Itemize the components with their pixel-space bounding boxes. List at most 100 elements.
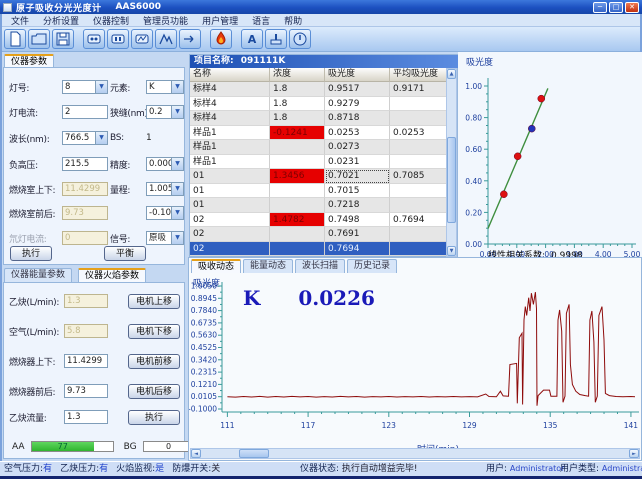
menu-item[interactable]: 仪器控制 <box>86 14 136 27</box>
cell-name[interactable]: 标样4 <box>190 82 270 97</box>
cell-concentration[interactable] <box>270 140 325 155</box>
cell-name[interactable]: 01 <box>190 184 270 199</box>
flame-value-input[interactable]: 1.3 <box>64 410 108 424</box>
toolbar-button-lamp-current[interactable] <box>107 29 129 49</box>
cell-name[interactable]: 标样4 <box>190 111 270 126</box>
scroll-right-icon[interactable]: ► <box>629 449 639 458</box>
cell-absorbance[interactable]: 0.7218 <box>325 198 390 213</box>
menu-item[interactable]: 管理员功能 <box>136 14 195 27</box>
cell-average[interactable] <box>390 155 448 170</box>
toolbar-button-power[interactable] <box>289 29 311 49</box>
menu-item[interactable]: 用户管理 <box>195 14 245 27</box>
toolbar-button-lamp-energy[interactable] <box>131 29 153 49</box>
cell-average[interactable]: 0.7694 <box>390 213 448 228</box>
cell-average[interactable]: 0.7085 <box>390 169 448 184</box>
cell-name[interactable]: 02 <box>190 213 270 228</box>
balance-button[interactable]: 平衡 <box>104 246 146 261</box>
flame-action-button[interactable]: 电机下移 <box>128 324 180 339</box>
cell-absorbance[interactable]: 0.9517 <box>325 82 390 97</box>
cell-average[interactable] <box>390 111 448 126</box>
chevron-down-icon[interactable]: ▼ <box>171 158 183 170</box>
toolbar-button-new-document[interactable] <box>4 29 26 49</box>
tab-dynamics-2[interactable]: 波长扫描 <box>295 259 345 273</box>
cell-concentration[interactable] <box>270 198 325 213</box>
close-button[interactable]: ✕ <box>625 2 639 13</box>
table-row[interactable]: 样品1 0.0273 <box>190 140 448 155</box>
tab-energy-params[interactable]: 仪器能量参数 <box>4 268 72 282</box>
toolbar-button-auto-gain[interactable]: A <box>241 29 263 49</box>
chevron-down-icon[interactable]: ▼ <box>95 81 107 93</box>
toolbar-button-beam-switch[interactable] <box>179 29 201 49</box>
scroll-left-icon[interactable]: ◄ <box>191 449 201 458</box>
cell-average[interactable] <box>390 140 448 155</box>
cell-concentration[interactable] <box>270 184 325 199</box>
param-field[interactable]: 2 <box>62 105 108 119</box>
param-field-2[interactable]: -0.1000▼ <box>146 206 184 220</box>
scroll-up-icon[interactable]: ▲ <box>447 69 456 79</box>
tab-dynamics-3[interactable]: 历史记录 <box>347 259 397 273</box>
results-vscrollbar[interactable]: ▲ ▼ <box>446 68 457 257</box>
scroll-down-icon[interactable]: ▼ <box>447 246 456 256</box>
cell-absorbance[interactable]: 0.8718 <box>325 111 390 126</box>
cell-absorbance[interactable]: 0.7015 <box>325 184 390 199</box>
param-field-2[interactable]: K▼ <box>146 80 184 94</box>
chevron-down-icon[interactable]: ▼ <box>171 81 183 93</box>
tab-instrument-params[interactable]: 仪器参数 <box>4 54 54 68</box>
cell-concentration[interactable]: -0.1241 <box>270 126 325 141</box>
minimize-button[interactable]: ─ <box>593 2 607 13</box>
toolbar-button-ignite-flame[interactable] <box>210 29 232 49</box>
cell-concentration[interactable]: 1.8 <box>270 97 325 112</box>
param-field-2[interactable]: 1.0050▼ <box>146 182 184 196</box>
table-row[interactable]: 010.7218 <box>190 198 448 213</box>
toolbar-button-save[interactable] <box>52 29 74 49</box>
cell-average[interactable] <box>390 97 448 112</box>
table-row[interactable]: 011.34560.70210.7085 <box>190 169 448 184</box>
menu-item[interactable]: 帮助 <box>277 14 309 27</box>
table-row[interactable]: 01 0.7015 <box>190 184 448 199</box>
cell-name[interactable]: 样品1 <box>190 155 270 170</box>
toolbar-button-open-folder[interactable] <box>28 29 50 49</box>
param-field-2[interactable]: 0.2▼ <box>146 105 184 119</box>
cell-absorbance[interactable]: 0.0231 <box>325 155 390 170</box>
table-row[interactable]: 样品1-0.12410.02530.0253 <box>190 126 448 141</box>
execute-button[interactable]: 执行 <box>10 246 52 261</box>
chevron-down-icon[interactable]: ▼ <box>95 132 107 144</box>
param-field[interactable]: 8▼ <box>62 80 108 94</box>
maximize-button[interactable]: □ <box>609 2 623 13</box>
cell-concentration[interactable]: 1.8 <box>270 111 325 126</box>
cell-name[interactable]: 01 <box>190 169 270 184</box>
flame-value-input[interactable]: 9.73 <box>64 384 108 398</box>
cell-absorbance[interactable]: 0.7021 <box>325 169 390 184</box>
cell-absorbance[interactable]: 0.0273 <box>325 140 390 155</box>
cell-absorbance[interactable]: 0.7498 <box>325 213 390 228</box>
dynamics-hscrollbar[interactable]: ◄ ► <box>190 448 640 459</box>
column-header[interactable]: 名称 <box>190 68 270 82</box>
menu-item[interactable]: 语言 <box>245 14 277 27</box>
tab-dynamics-1[interactable]: 能量动态 <box>243 259 293 273</box>
param-field-2[interactable]: 0.0000▼ <box>146 157 184 171</box>
results-vscroll-thumb[interactable] <box>447 137 456 223</box>
cell-name[interactable]: 02 <box>190 242 270 257</box>
flame-value-input[interactable]: 11.4299 <box>64 354 108 368</box>
menu-item[interactable]: 分析设置 <box>36 14 86 27</box>
cell-concentration[interactable]: 1.4782 <box>270 213 325 228</box>
toolbar-button-burner-position[interactable] <box>265 29 287 49</box>
column-header[interactable]: 吸光度 <box>325 68 390 82</box>
cell-average[interactable] <box>390 198 448 213</box>
cell-concentration[interactable] <box>270 227 325 242</box>
cell-name[interactable]: 样品1 <box>190 140 270 155</box>
cell-concentration[interactable] <box>270 242 325 257</box>
tab-dynamics-0[interactable]: 吸收动态 <box>191 259 241 273</box>
cell-absorbance[interactable]: 0.7694 <box>325 242 390 257</box>
param-field[interactable]: 215.5 <box>62 157 108 171</box>
cell-concentration[interactable]: 1.8 <box>270 82 325 97</box>
cell-absorbance[interactable]: 0.7691 <box>325 227 390 242</box>
chevron-down-icon[interactable]: ▼ <box>171 207 183 219</box>
cell-name[interactable]: 标样4 <box>190 97 270 112</box>
cell-name[interactable]: 02 <box>190 227 270 242</box>
table-row[interactable]: 标样41.80.95170.9171 <box>190 82 448 97</box>
cell-concentration[interactable]: 1.3456 <box>270 169 325 184</box>
table-row[interactable]: 标样41.80.8718 <box>190 111 448 126</box>
cell-absorbance[interactable]: 0.9279 <box>325 97 390 112</box>
dynamics-hscroll-thumb[interactable] <box>239 449 269 458</box>
